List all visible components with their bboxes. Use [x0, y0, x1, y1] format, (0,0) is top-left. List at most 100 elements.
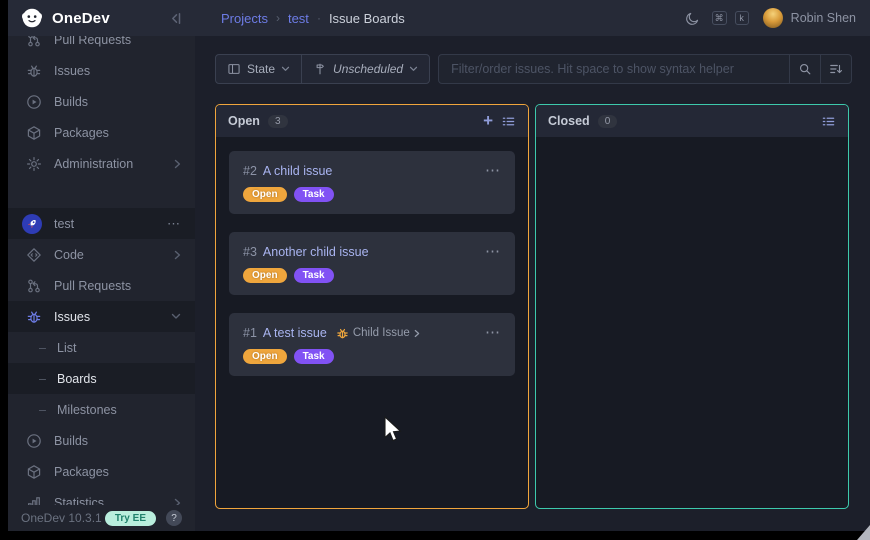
child-issue-link-label: Child Issue — [353, 327, 410, 339]
state-label-open: Open — [243, 349, 287, 364]
onedev-logo-icon — [21, 7, 43, 29]
rocket-icon — [22, 214, 42, 234]
column-count-badge: 0 — [598, 115, 618, 128]
pull-request-icon — [26, 278, 42, 294]
collapse-sidebar-button[interactable] — [168, 11, 183, 26]
issue-card[interactable]: #3 Another child issue ⋯ Open Task — [229, 232, 515, 295]
type-label-task: Task — [294, 349, 334, 364]
sidebar-section-gap — [8, 179, 195, 208]
column-list-view-icon[interactable] — [821, 114, 836, 129]
sidebar: Pull Requests Issues Builds Packages — [8, 36, 195, 531]
sub-item-dash: – — [39, 341, 48, 355]
sidebar-item-builds[interactable]: Builds — [8, 86, 195, 117]
sidebar-item-project-issues[interactable]: Issues — [8, 301, 195, 332]
breadcrumb-separator: › — [276, 11, 280, 25]
play-circle-icon — [26, 94, 42, 110]
sidebar-item-issues-list[interactable]: – List — [8, 332, 195, 363]
sidebar-nav: Pull Requests Issues Builds Packages — [8, 36, 195, 505]
sidebar-item-label: Milestones — [57, 403, 117, 417]
issue-title-link[interactable]: A test issue — [263, 326, 327, 340]
filter-bar — [438, 54, 852, 84]
issue-title-link[interactable]: Another child issue — [263, 245, 369, 259]
sidebar-item-project-test[interactable]: test ⋯ — [8, 208, 195, 239]
screen: OneDev Projects › test · Issue Boards ⌘ … — [0, 0, 870, 540]
topbar-right: ⌘ k Robin Shen — [685, 8, 870, 28]
search-button[interactable] — [789, 55, 820, 83]
app-title: OneDev — [52, 10, 110, 27]
breadcrumb-projects-link[interactable]: Projects — [221, 11, 268, 26]
column-header: Closed 0 — [536, 105, 848, 137]
chevron-right-icon — [414, 329, 420, 338]
sidebar-item-issues[interactable]: Issues — [8, 55, 195, 86]
issue-card[interactable]: #1 A test issue Child Issue ⋯ Op — [229, 313, 515, 376]
sidebar-item-statistics[interactable]: Statistics — [8, 487, 195, 505]
sidebar-item-project-pull-requests[interactable]: Pull Requests — [8, 270, 195, 301]
sidebar-item-label: Issues — [54, 310, 90, 324]
add-issue-button[interactable]: + — [483, 114, 493, 128]
sidebar-item-label: Issues — [54, 64, 90, 78]
sidebar-footer: OneDev 10.3.1 Try EE ? — [8, 505, 195, 531]
issue-title-link[interactable]: A child issue — [263, 164, 332, 178]
sidebar-item-label: Builds — [54, 95, 88, 109]
bug-icon — [26, 63, 42, 79]
sidebar-item-packages[interactable]: Packages — [8, 117, 195, 148]
play-circle-icon — [26, 433, 42, 449]
label-row: Open Task — [243, 349, 501, 364]
card-list: #2 A child issue ⋯ Open Task #3 — [216, 137, 528, 390]
bug-icon — [26, 309, 42, 325]
sidebar-item-pull-requests[interactable]: Pull Requests — [8, 36, 195, 55]
try-ee-badge[interactable]: Try EE — [105, 511, 156, 526]
breadcrumb-separator: · — [317, 11, 321, 25]
child-issue-link[interactable]: Child Issue — [336, 327, 420, 340]
sidebar-item-label: Pull Requests — [54, 36, 131, 47]
shortcut-key-cmd: ⌘ — [712, 11, 727, 25]
issue-number: #3 — [243, 245, 257, 259]
breadcrumb-project-link[interactable]: test — [288, 11, 309, 26]
card-menu-button[interactable]: ⋯ — [485, 167, 501, 175]
package-icon — [26, 464, 42, 480]
bug-icon — [336, 327, 349, 340]
card-menu-button[interactable]: ⋯ — [485, 329, 501, 337]
filter-input[interactable] — [439, 55, 789, 83]
sidebar-item-code[interactable]: Code — [8, 239, 195, 270]
board-state-label: State — [247, 62, 275, 76]
issue-number: #1 — [243, 326, 257, 340]
milestone-dropdown[interactable]: Unscheduled — [301, 55, 429, 83]
sidebar-item-administration[interactable]: Administration — [8, 148, 195, 179]
column-header: Open 3 + — [216, 105, 528, 137]
type-label-task: Task — [294, 187, 334, 202]
user-avatar[interactable] — [763, 8, 783, 28]
sidebar-item-issues-milestones[interactable]: – Milestones — [8, 394, 195, 425]
sidebar-item-project-builds[interactable]: Builds — [8, 425, 195, 456]
sidebar-item-label: Packages — [54, 126, 109, 140]
label-row: Open Task — [243, 187, 501, 202]
card-menu-button[interactable]: ⋯ — [485, 248, 501, 256]
board-column-closed: Closed 0 — [535, 104, 849, 509]
page-title: Issue Boards — [329, 11, 405, 26]
board-state-dropdown[interactable]: State — [216, 55, 301, 83]
board-toolbar: State Unscheduled — [215, 54, 852, 84]
issue-card[interactable]: #2 A child issue ⋯ Open Task — [229, 151, 515, 214]
user-name[interactable]: Robin Shen — [791, 11, 856, 25]
column-title: Closed — [548, 114, 590, 128]
issue-board: Open 3 + #2 A child issue ⋯ — [215, 104, 849, 509]
chevron-right-icon — [174, 159, 181, 169]
column-count-badge: 3 — [268, 115, 288, 128]
label-row: Open Task — [243, 268, 501, 283]
sidebar-item-issues-boards[interactable]: – Boards — [8, 363, 195, 394]
order-button[interactable] — [820, 55, 851, 83]
sidebar-item-label: Builds — [54, 434, 88, 448]
bar-chart-icon — [26, 495, 42, 506]
sidebar-item-project-packages[interactable]: Packages — [8, 456, 195, 487]
issue-number: #2 — [243, 164, 257, 178]
search-icon — [798, 62, 812, 76]
dark-mode-toggle-icon[interactable] — [685, 11, 700, 26]
chevron-down-icon — [409, 66, 418, 72]
project-more-button[interactable]: ⋯ — [167, 216, 181, 232]
sidebar-item-label: Pull Requests — [54, 279, 131, 293]
column-list-view-icon[interactable] — [501, 114, 516, 129]
state-label-open: Open — [243, 187, 287, 202]
pull-request-icon — [26, 36, 42, 48]
version-label: OneDev 10.3.1 — [21, 511, 102, 525]
help-button[interactable]: ? — [166, 510, 182, 526]
